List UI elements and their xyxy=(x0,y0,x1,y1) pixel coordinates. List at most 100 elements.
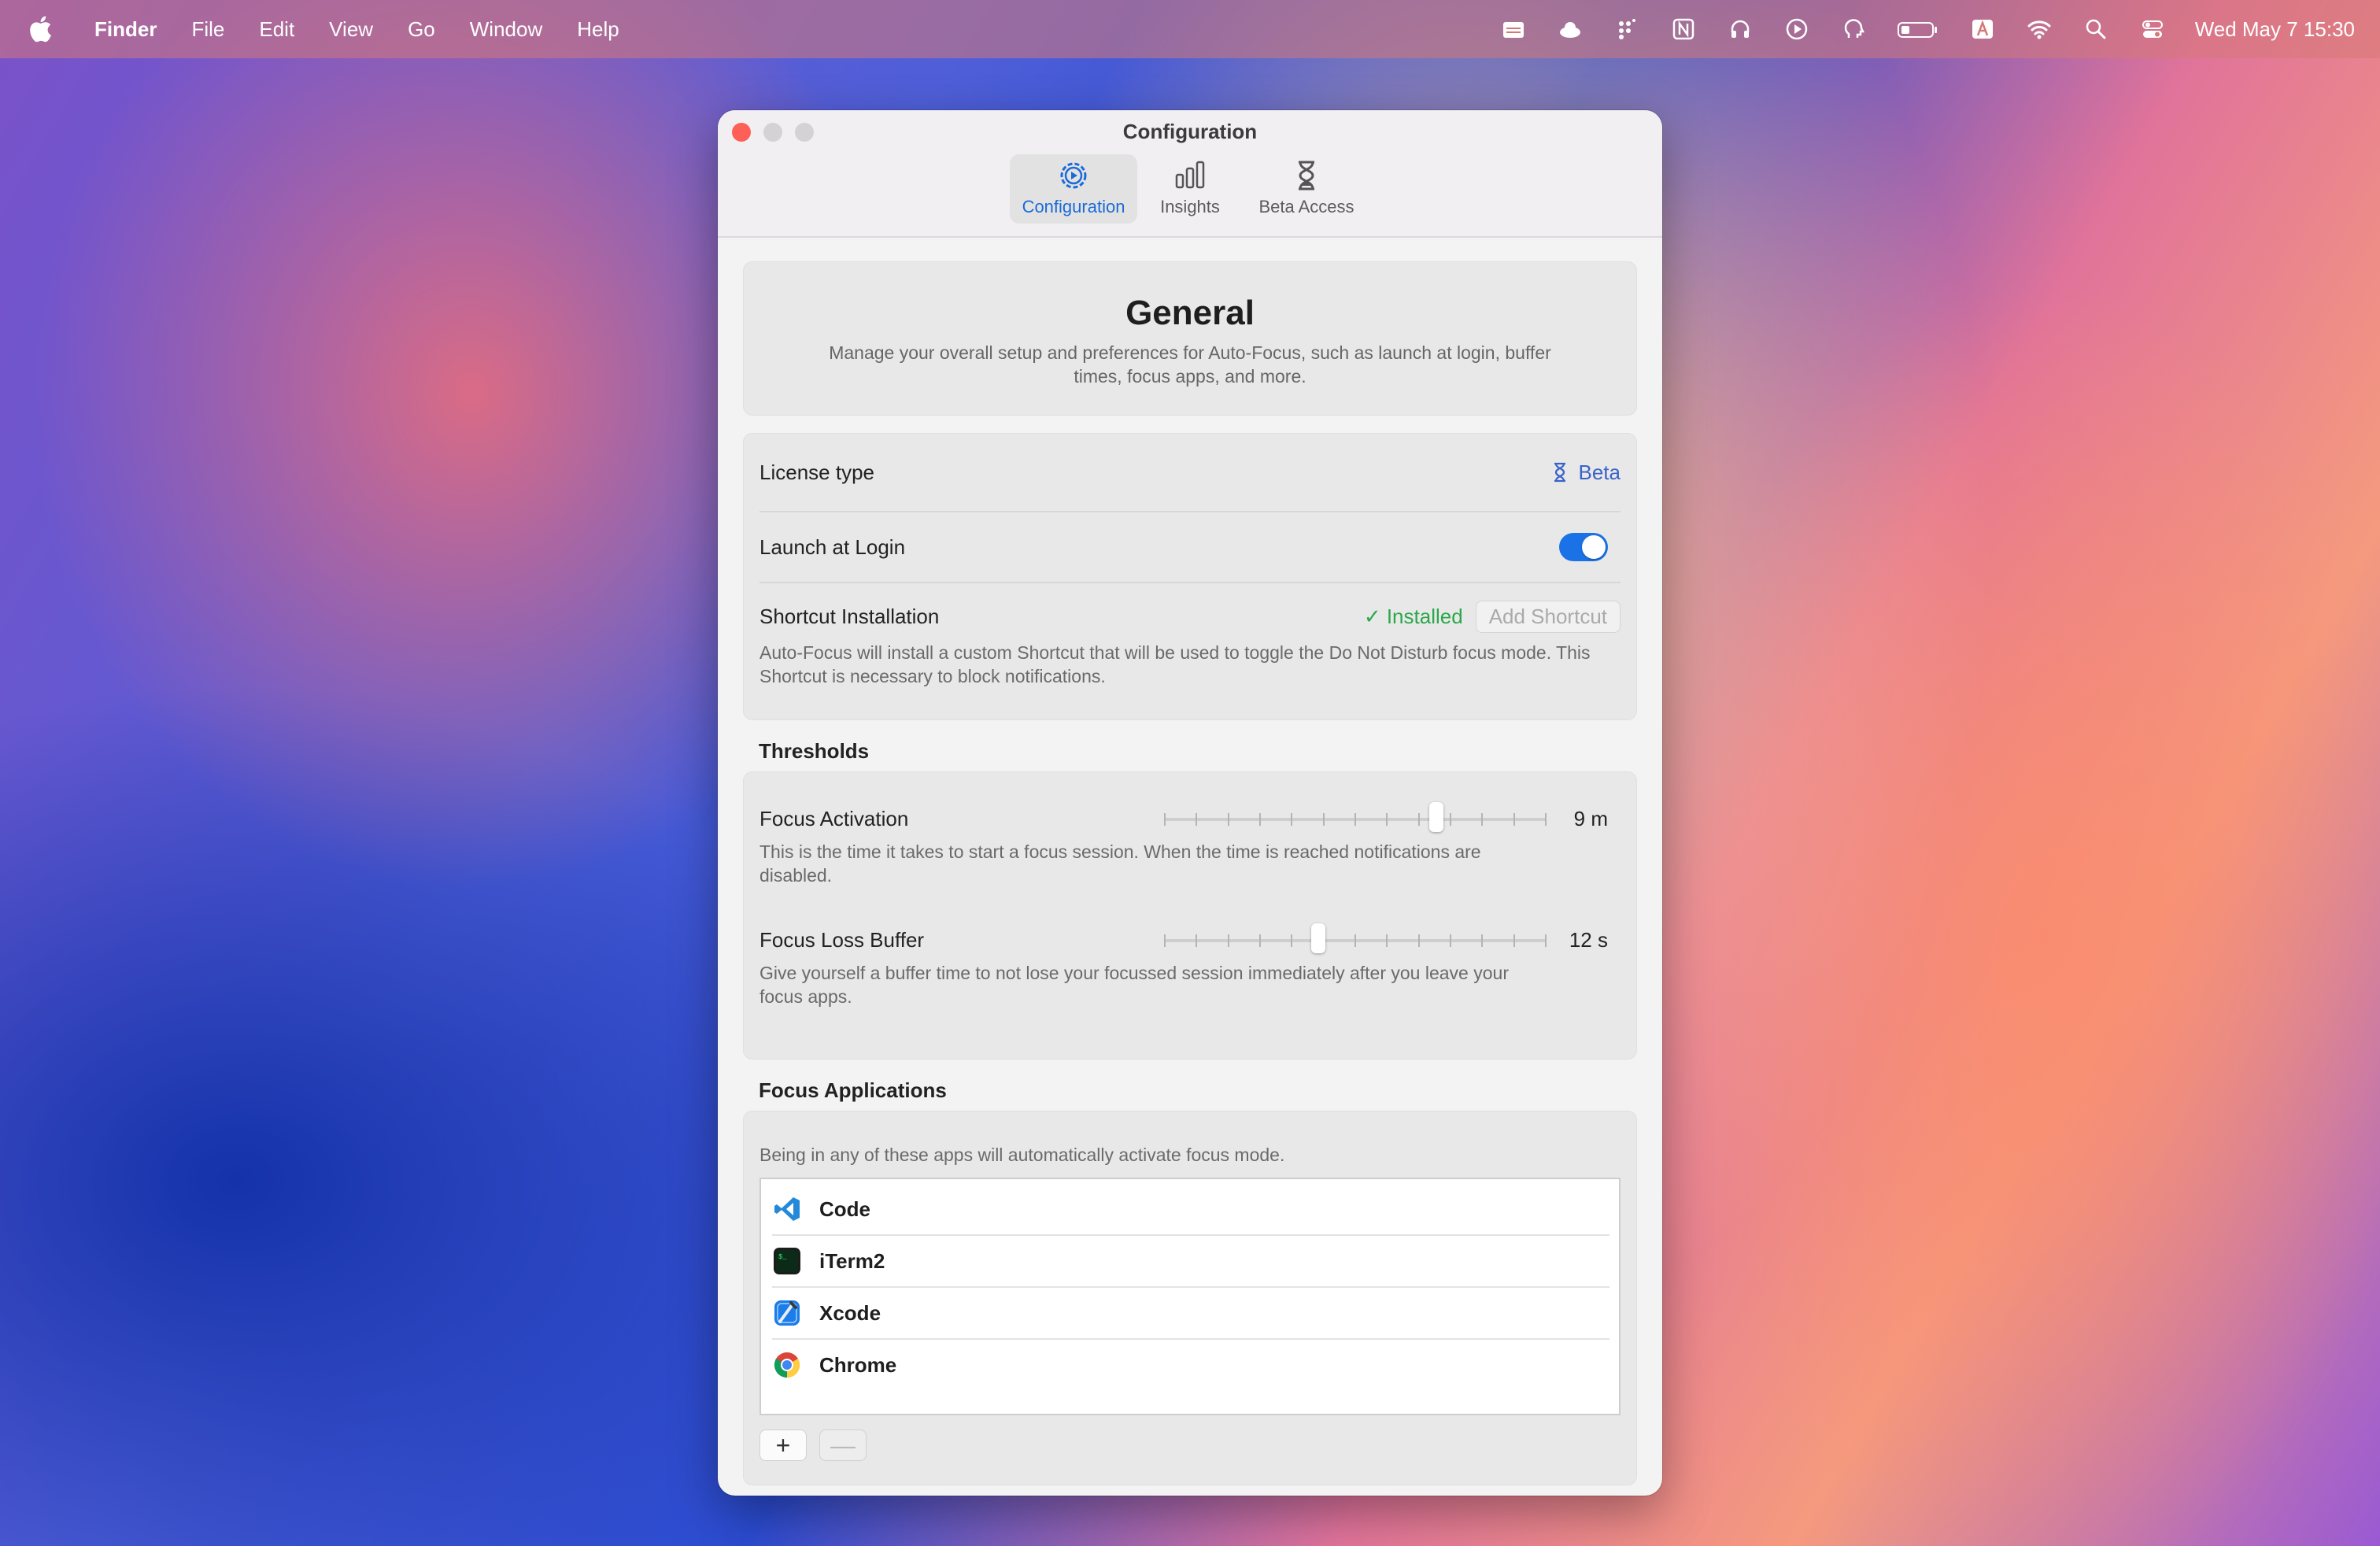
list-item[interactable]: Chrome xyxy=(772,1340,1609,1390)
battery-icon[interactable] xyxy=(1896,17,1940,42)
slider-tick xyxy=(1545,813,1547,826)
thresholds-section-title: Thresholds xyxy=(759,739,870,763)
menu-edit[interactable]: Edit xyxy=(259,17,294,42)
focus-activation-value: 9 m xyxy=(1573,807,1608,830)
control-center-icon[interactable] xyxy=(2138,17,2167,42)
focus-applications-card: Being in any of these apps will automati… xyxy=(743,1111,1637,1485)
menu-view[interactable]: View xyxy=(329,17,373,42)
launch-at-login-label: Launch at Login xyxy=(759,534,906,559)
wifi-icon[interactable] xyxy=(2025,17,2053,42)
configuration-window: Configuration Configuration Insights Bet… xyxy=(718,110,1662,1496)
calendar-icon[interactable] xyxy=(1499,17,1528,42)
slider-tick xyxy=(1291,934,1293,947)
general-header-card: General Manage your overall setup and pr… xyxy=(743,261,1637,416)
play-icon[interactable] xyxy=(1783,17,1811,42)
slider-tick xyxy=(1450,813,1451,826)
xcode-icon xyxy=(772,1298,802,1328)
list-item[interactable]: Xcode xyxy=(772,1288,1609,1340)
slider-tick xyxy=(1481,813,1484,826)
app-name: Chrome xyxy=(819,1352,897,1377)
slider-tick xyxy=(1513,934,1515,947)
focus-loss-buffer-value: 12 s xyxy=(1569,928,1608,952)
headphones-icon[interactable] xyxy=(1726,17,1754,42)
toolbar-tabs: Configuration Insights Beta Access xyxy=(718,154,1662,224)
slider-tick xyxy=(1481,934,1484,947)
general-title: General xyxy=(1125,294,1255,332)
license-row: License type Beta xyxy=(759,434,1621,512)
slider-tick xyxy=(1227,813,1229,826)
app-name: Xcode xyxy=(819,1300,881,1325)
focus-activation-row: Focus Activation 9 m This is the time it… xyxy=(759,788,1621,909)
menu-window[interactable]: Window xyxy=(470,17,542,42)
tab-insights-label: Insights xyxy=(1160,197,1220,216)
input-source-icon[interactable] xyxy=(1968,17,1997,42)
focus-loss-buffer-description: Give yourself a buffer time to not lose … xyxy=(759,963,1509,1007)
slider-tick xyxy=(1291,813,1293,826)
list-item[interactable]: Code xyxy=(772,1184,1609,1236)
add-app-button[interactable]: + xyxy=(759,1429,807,1461)
slider-tick xyxy=(1450,934,1451,947)
slider-tick xyxy=(1545,934,1547,947)
slider-tick xyxy=(1354,934,1356,947)
slider-tick xyxy=(1164,934,1166,947)
grid-dots-icon[interactable] xyxy=(1613,17,1641,42)
focus-applications-section-title: Focus Applications xyxy=(759,1078,947,1102)
tab-configuration[interactable]: Configuration xyxy=(1010,154,1137,224)
cloud-icon[interactable] xyxy=(1556,17,1584,42)
slider-tick xyxy=(1259,934,1261,947)
slider-tick xyxy=(1164,813,1166,826)
app-name: Code xyxy=(819,1196,870,1221)
shortcut-installed-status: ✓ Installed xyxy=(1363,605,1463,628)
iterm-icon: $_ xyxy=(772,1246,802,1276)
menu-file[interactable]: File xyxy=(191,17,224,42)
hourglass-icon xyxy=(1299,161,1314,190)
slider-tick xyxy=(1354,813,1356,826)
shortcut-description: Auto-Focus will install a custom Shortcu… xyxy=(759,642,1591,686)
window-toolbar: Configuration Configuration Insights Bet… xyxy=(718,110,1662,238)
gear-icon xyxy=(1060,162,1087,189)
slider-tick xyxy=(1513,813,1515,826)
focus-activation-description: This is the time it takes to start a foc… xyxy=(759,841,1481,886)
spotlight-search-icon[interactable] xyxy=(2082,17,2110,42)
menu-go[interactable]: Go xyxy=(408,17,435,42)
general-settings-card: License type Beta Launch at Login Shortc… xyxy=(743,433,1637,720)
app-name: iTerm2 xyxy=(819,1248,885,1273)
launch-at-login-toggle[interactable] xyxy=(1559,533,1608,561)
slider-tick xyxy=(1322,813,1325,826)
tab-beta-access-label: Beta Access xyxy=(1258,197,1354,216)
slider-tick xyxy=(1417,934,1420,947)
tab-beta-access[interactable]: Beta Access xyxy=(1243,154,1370,224)
slider-knob[interactable] xyxy=(1311,923,1326,953)
general-description: Manage your overall setup and preference… xyxy=(829,342,1551,386)
tab-insights[interactable]: Insights xyxy=(1147,154,1233,224)
hourglass-icon xyxy=(1554,462,1565,483)
list-item[interactable]: $_ iTerm2 xyxy=(772,1236,1609,1288)
slider-tick xyxy=(1386,813,1388,826)
svg-text:$_: $_ xyxy=(778,1253,787,1261)
menu-bar-clock[interactable]: Wed May 7 15:30 xyxy=(2195,17,2355,42)
tab-configuration-label: Configuration xyxy=(1022,197,1125,216)
slider-tick xyxy=(1227,934,1229,947)
focus-loss-buffer-slider[interactable] xyxy=(1164,923,1547,953)
notion-icon[interactable] xyxy=(1669,17,1698,42)
launch-at-login-row: Launch at Login xyxy=(759,512,1621,583)
list-buttons: + — xyxy=(759,1429,1621,1461)
focus-activation-slider[interactable] xyxy=(1164,802,1547,832)
slider-tick xyxy=(1196,934,1198,947)
focus-loss-buffer-label: Focus Loss Buffer xyxy=(759,928,925,952)
thresholds-card: Focus Activation 9 m This is the time it… xyxy=(743,771,1637,1060)
bar-chart-icon xyxy=(1175,161,1205,189)
license-value-text: Beta xyxy=(1578,460,1621,484)
focus-activation-label: Focus Activation xyxy=(759,807,909,830)
menu-help[interactable]: Help xyxy=(577,17,619,42)
apple-icon[interactable] xyxy=(28,16,52,43)
add-shortcut-button[interactable]: Add Shortcut xyxy=(1475,601,1621,633)
remove-app-button[interactable]: — xyxy=(819,1429,867,1461)
settings-content: General Manage your overall setup and pr… xyxy=(743,261,1637,1485)
focus-apps-list[interactable]: Code $_ iTerm2 Xcode Chrome xyxy=(759,1178,1621,1415)
focus-applications-description: Being in any of these apps will automati… xyxy=(759,1145,1285,1165)
slider-knob[interactable] xyxy=(1428,802,1443,832)
menu-app-name[interactable]: Finder xyxy=(94,17,157,42)
focus-loss-buffer-row: Focus Loss Buffer 12 s Give yourself a b… xyxy=(759,909,1621,1030)
head-icon[interactable] xyxy=(1839,17,1868,42)
